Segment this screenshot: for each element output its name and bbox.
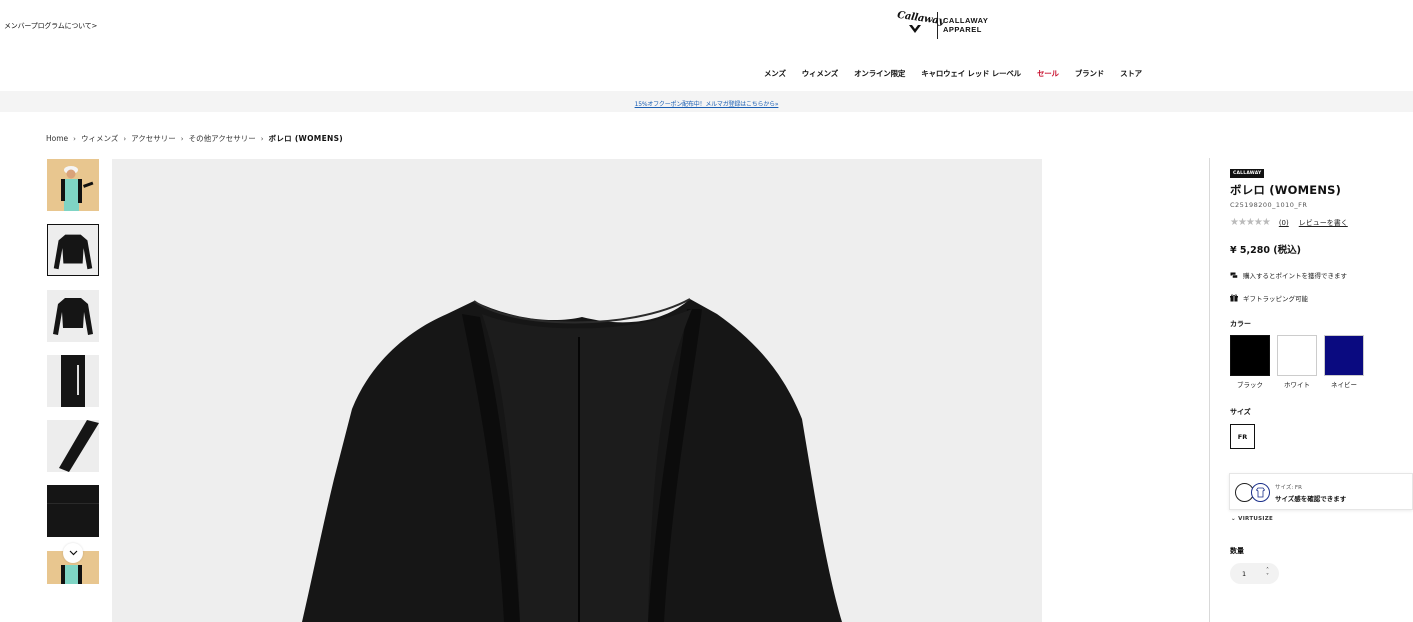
quantity-label: 数量 [1230,547,1244,555]
size-option-fr[interactable]: FR [1230,424,1255,449]
nav-red-label[interactable]: キャロウェイ レッド レーベル [921,68,1021,79]
nav-brand[interactable]: ブランド [1075,68,1104,79]
product-price: ¥ 5,280 (税込) [1230,245,1301,256]
promo-link[interactable]: 15%オフクーポン配布中！メルマガ登録はこちらから» [635,99,779,108]
quantity-select[interactable]: 1 ˄ ˅ [1230,563,1279,584]
sleeve-detail-image [47,420,99,472]
virtusize-garment-icon [1251,483,1270,502]
logo-detail-image [47,355,99,407]
feature-gift: ギフトラッピング可能 [1230,293,1413,303]
panel-divider [1209,158,1210,622]
nav-online-limited[interactable]: オンライン限定 [854,68,905,79]
breadcrumb-separator-icon: › [123,134,127,143]
feature-gift-label: ギフトラッピング可能 [1243,295,1308,303]
member-program-link[interactable]: メンバープログラムについて> [4,21,97,31]
virtusize-size-text: サイズ: FR [1275,485,1302,491]
main-nav: メンズ ウィメンズ オンライン限定 キャロウェイ レッド レーベル セール ブラ… [764,68,1158,79]
fabric-detail-image [47,485,99,537]
chevron-down-icon [69,550,77,556]
breadcrumb-womens[interactable]: ウィメンズ [81,133,118,144]
promo-bar: 15%オフクーポン配布中！メルマガ登録はこちらから» [0,91,1413,112]
nav-store[interactable]: ストア [1120,68,1142,79]
write-review-link[interactable]: レビューを書く [1299,218,1348,228]
color-swatches: ブラック ホワイト ネイビー [1230,335,1413,389]
points-icon [1230,272,1238,279]
gift-icon [1230,294,1238,302]
thumbnail-bolero-front[interactable] [47,224,99,276]
swatch-navy[interactable]: ネイビー [1324,335,1364,389]
color-label: カラー [1230,320,1251,328]
breadcrumb-current: ボレロ (WOMENS) [268,134,343,143]
logo-wordmark: CALLAWAY APPAREL [943,16,988,34]
breadcrumb-separator-icon: › [73,134,76,143]
brand-badge: CALLAWAY [1230,169,1265,178]
rating-stars-icon: ★★★★★ [1230,217,1271,228]
product-title: ボレロ (WOMENS) [1230,183,1342,197]
virtusize-brand: VIRTUSIZE [1238,516,1274,522]
thumbnail-model-photo[interactable] [47,159,99,211]
thumbnail-bolero-front-2[interactable] [47,290,99,342]
feature-points: 購入するとポイントを獲得できます [1230,270,1413,280]
bolero-front-2-image [47,290,99,342]
model-photo-image [47,159,99,211]
breadcrumb-home[interactable]: Home [46,134,68,143]
feature-points-label: 購入するとポイントを獲得できます [1243,272,1347,280]
quantity-arrows-icon[interactable]: ˄ ˅ [1266,567,1269,580]
swatch-black-chip[interactable] [1230,335,1270,376]
swatch-black-label: ブラック [1237,381,1263,389]
breadcrumb-separator-icon: › [180,134,184,143]
swatch-navy-chip[interactable] [1324,335,1364,376]
thumbnail-logo-detail[interactable] [47,355,99,407]
virtusize-chevron-icon: ⌄ [1231,516,1236,522]
nav-mens[interactable]: メンズ [764,68,786,79]
virtusize-widget[interactable]: サイズ: FR サイズ感を確認できます [1229,473,1413,510]
nav-womens[interactable]: ウィメンズ [802,68,839,79]
virtusize-check-text: サイズ感を確認できます [1275,495,1347,503]
quantity-value: 1 [1242,569,1247,578]
review-count-link[interactable]: (0) [1279,219,1289,227]
breadcrumb-separator-icon: › [260,134,264,143]
bolero-main-image [112,159,1042,622]
swatch-white[interactable]: ホワイト [1277,335,1317,389]
main-product-image[interactable] [112,159,1042,622]
thumbnail-sleeve-detail[interactable] [47,420,99,472]
breadcrumb-other-accessories[interactable]: その他アクセサリー [189,133,256,144]
virtusize-logo: ⌄ VIRTUSIZE [1231,516,1273,522]
breadcrumb-accessories[interactable]: アクセサリー [131,133,176,144]
callaway-logo-mark: Callaway [896,10,945,39]
thumbnail-scroll-down-button[interactable] [63,543,83,563]
nav-sale[interactable]: セール [1037,68,1059,79]
swatch-navy-label: ネイビー [1331,381,1357,389]
bolero-front-image [48,225,98,275]
chevron-logo-icon [909,25,921,33]
site-logo[interactable]: Callaway CALLAWAY APPAREL [896,10,988,40]
logo-line-2: APPAREL [943,25,982,34]
swatch-black[interactable]: ブラック [1230,335,1270,389]
swatch-white-chip[interactable] [1277,335,1317,376]
logo-line-1: CALLAWAY [943,16,989,25]
product-info-panel: CALLAWAY ボレロ (WOMENS) C25198200_1010_FR … [1230,159,1413,449]
swatch-white-label: ホワイト [1284,381,1310,389]
product-code: C25198200_1010_FR [1230,201,1308,209]
thumbnail-fabric-detail[interactable] [47,485,99,537]
size-label: サイズ [1230,408,1251,416]
breadcrumb: Home › ウィメンズ › アクセサリー › その他アクセサリー › ボレロ … [46,133,343,144]
rating-row: ★★★★★ (0) レビューを書く [1230,217,1413,228]
